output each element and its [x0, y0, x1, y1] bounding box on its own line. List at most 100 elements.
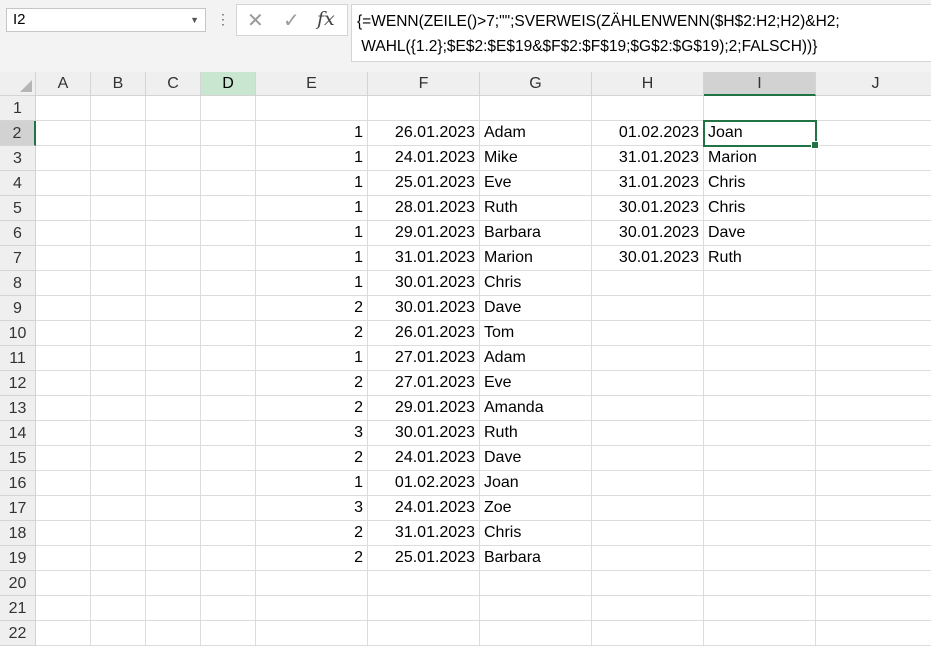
- cell-d4[interactable]: [201, 171, 256, 196]
- cell-b12[interactable]: [91, 371, 146, 396]
- column-header-j[interactable]: J: [816, 72, 931, 96]
- cell-a5[interactable]: [36, 196, 91, 221]
- cell-g3[interactable]: Mike: [480, 146, 592, 171]
- cell-h13[interactable]: [592, 396, 704, 421]
- row-header-17[interactable]: 17: [0, 496, 36, 521]
- cell-d6[interactable]: [201, 221, 256, 246]
- row-header-16[interactable]: 16: [0, 471, 36, 496]
- cell-e3[interactable]: 1: [256, 146, 368, 171]
- cell-a2[interactable]: [36, 121, 91, 146]
- cell-c12[interactable]: [146, 371, 201, 396]
- cell-h22[interactable]: [592, 621, 704, 646]
- cell-a6[interactable]: [36, 221, 91, 246]
- cell-a1[interactable]: [36, 96, 91, 121]
- cell-i20[interactable]: [704, 571, 816, 596]
- cell-d14[interactable]: [201, 421, 256, 446]
- cell-e17[interactable]: 3: [256, 496, 368, 521]
- name-box[interactable]: I2 ▼: [6, 8, 206, 32]
- cell-f7[interactable]: 31.01.2023: [368, 246, 480, 271]
- cell-d3[interactable]: [201, 146, 256, 171]
- column-header-i[interactable]: I: [704, 72, 816, 96]
- cell-b19[interactable]: [91, 546, 146, 571]
- cell-f5[interactable]: 28.01.2023: [368, 196, 480, 221]
- cell-j16[interactable]: [816, 471, 931, 496]
- cell-i14[interactable]: [704, 421, 816, 446]
- cell-h7[interactable]: 30.01.2023: [592, 246, 704, 271]
- cell-h19[interactable]: [592, 546, 704, 571]
- cell-a3[interactable]: [36, 146, 91, 171]
- cell-g15[interactable]: Dave: [480, 446, 592, 471]
- cell-c22[interactable]: [146, 621, 201, 646]
- cell-h14[interactable]: [592, 421, 704, 446]
- cell-f12[interactable]: 27.01.2023: [368, 371, 480, 396]
- insert-function-icon[interactable]: fx: [317, 8, 335, 30]
- cell-a17[interactable]: [36, 496, 91, 521]
- cell-b20[interactable]: [91, 571, 146, 596]
- cell-h9[interactable]: [592, 296, 704, 321]
- cell-c5[interactable]: [146, 196, 201, 221]
- cell-j19[interactable]: [816, 546, 931, 571]
- column-header-b[interactable]: B: [91, 72, 146, 96]
- cell-i13[interactable]: [704, 396, 816, 421]
- cell-f18[interactable]: 31.01.2023: [368, 521, 480, 546]
- cell-g5[interactable]: Ruth: [480, 196, 592, 221]
- cell-j12[interactable]: [816, 371, 931, 396]
- cell-c21[interactable]: [146, 596, 201, 621]
- cell-d21[interactable]: [201, 596, 256, 621]
- more-options-icon[interactable]: ⋮: [216, 8, 230, 30]
- cell-a19[interactable]: [36, 546, 91, 571]
- row-header-9[interactable]: 9: [0, 296, 36, 321]
- cell-f22[interactable]: [368, 621, 480, 646]
- cell-h16[interactable]: [592, 471, 704, 496]
- row-header-19[interactable]: 19: [0, 546, 36, 571]
- cell-d7[interactable]: [201, 246, 256, 271]
- cell-c17[interactable]: [146, 496, 201, 521]
- cell-d2[interactable]: [201, 121, 256, 146]
- cell-g17[interactable]: Zoe: [480, 496, 592, 521]
- cell-j21[interactable]: [816, 596, 931, 621]
- cell-h20[interactable]: [592, 571, 704, 596]
- row-header-13[interactable]: 13: [0, 396, 36, 421]
- cell-b8[interactable]: [91, 271, 146, 296]
- cell-i18[interactable]: [704, 521, 816, 546]
- cell-a22[interactable]: [36, 621, 91, 646]
- cell-d18[interactable]: [201, 521, 256, 546]
- cell-f3[interactable]: 24.01.2023: [368, 146, 480, 171]
- cell-j4[interactable]: [816, 171, 931, 196]
- cell-c11[interactable]: [146, 346, 201, 371]
- row-header-1[interactable]: 1: [0, 96, 36, 121]
- cell-h4[interactable]: 31.01.2023: [592, 171, 704, 196]
- cell-i11[interactable]: [704, 346, 816, 371]
- cell-j7[interactable]: [816, 246, 931, 271]
- cell-j13[interactable]: [816, 396, 931, 421]
- confirm-icon[interactable]: ✓: [283, 8, 300, 33]
- row-header-12[interactable]: 12: [0, 371, 36, 396]
- cell-g11[interactable]: Adam: [480, 346, 592, 371]
- cell-h1[interactable]: [592, 96, 704, 121]
- cell-h15[interactable]: [592, 446, 704, 471]
- cell-d12[interactable]: [201, 371, 256, 396]
- cell-b16[interactable]: [91, 471, 146, 496]
- cell-g1[interactable]: [480, 96, 592, 121]
- cell-e6[interactable]: 1: [256, 221, 368, 246]
- row-header-4[interactable]: 4: [0, 171, 36, 196]
- cell-c20[interactable]: [146, 571, 201, 596]
- cell-j10[interactable]: [816, 321, 931, 346]
- cell-i21[interactable]: [704, 596, 816, 621]
- cell-j5[interactable]: [816, 196, 931, 221]
- cell-d5[interactable]: [201, 196, 256, 221]
- cell-f20[interactable]: [368, 571, 480, 596]
- cell-c4[interactable]: [146, 171, 201, 196]
- cell-g22[interactable]: [480, 621, 592, 646]
- cell-a16[interactable]: [36, 471, 91, 496]
- cell-a13[interactable]: [36, 396, 91, 421]
- cell-e21[interactable]: [256, 596, 368, 621]
- cell-a7[interactable]: [36, 246, 91, 271]
- cell-b1[interactable]: [91, 96, 146, 121]
- column-header-d[interactable]: D: [201, 72, 256, 96]
- cell-i9[interactable]: [704, 296, 816, 321]
- row-header-3[interactable]: 3: [0, 146, 36, 171]
- cell-a14[interactable]: [36, 421, 91, 446]
- cell-b7[interactable]: [91, 246, 146, 271]
- cell-b10[interactable]: [91, 321, 146, 346]
